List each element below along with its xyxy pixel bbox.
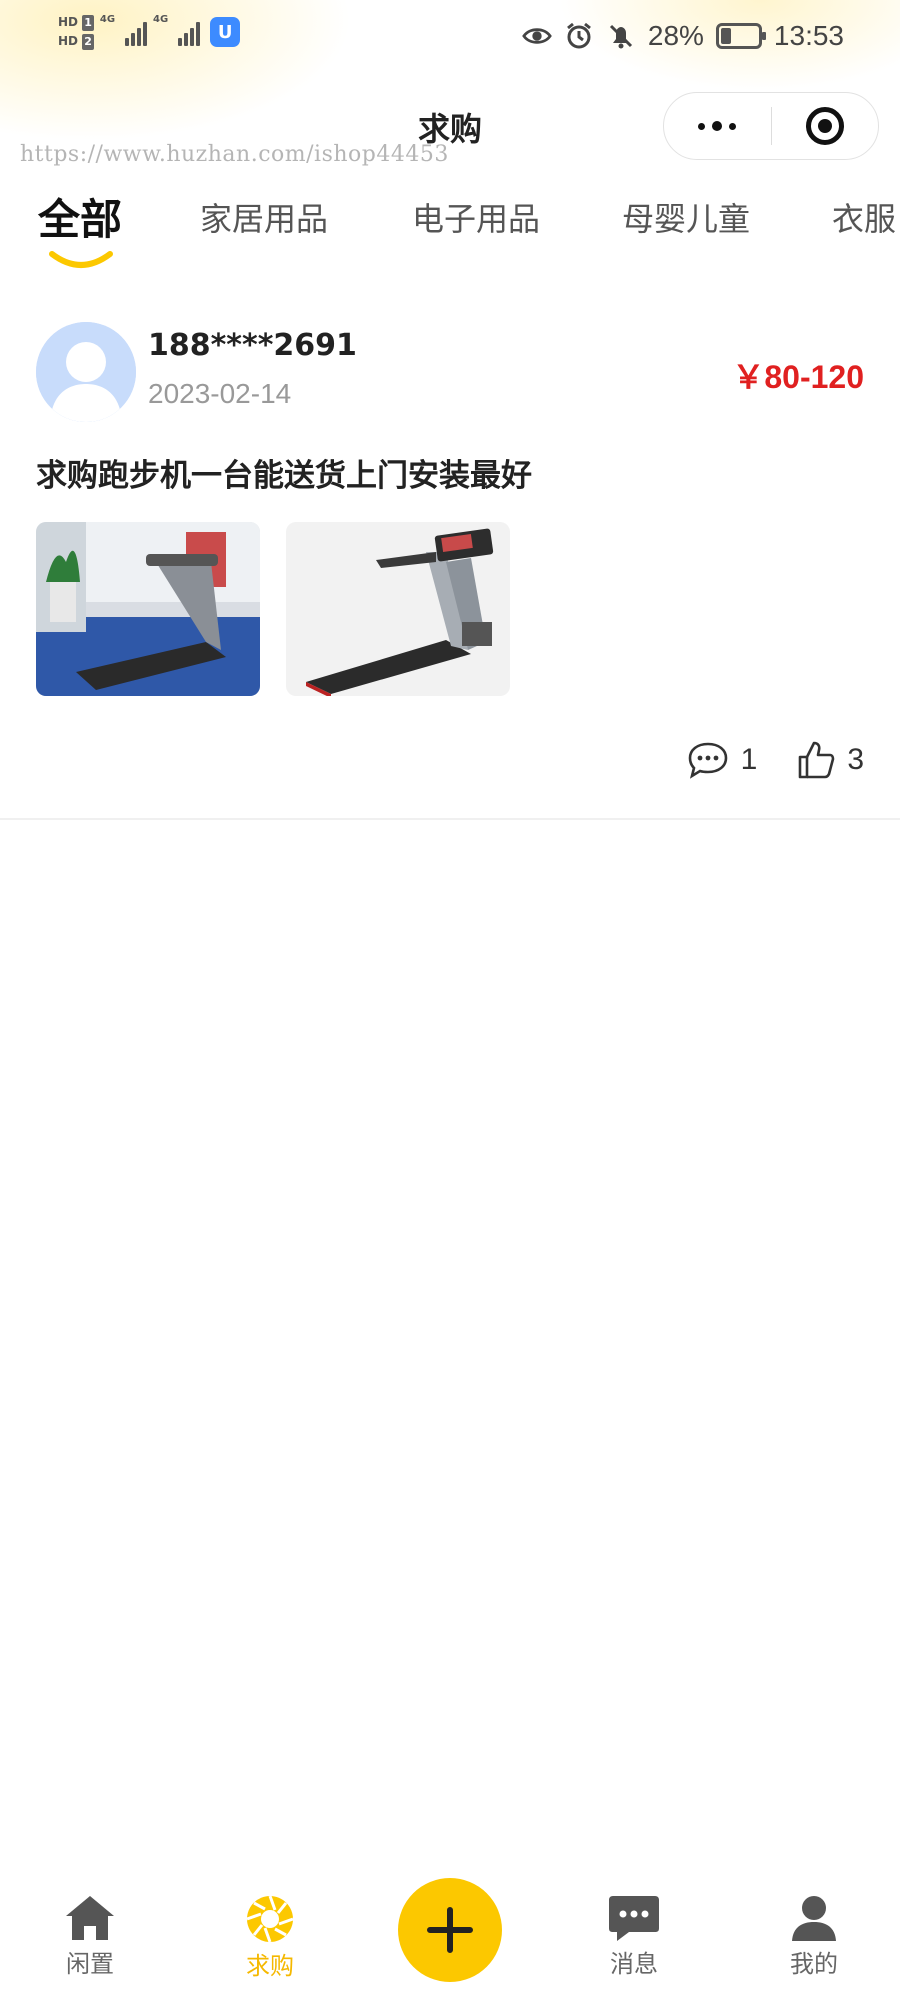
chat-icon [609, 1896, 659, 1941]
battery-percent: 28% [647, 20, 704, 51]
nav-mine[interactable]: 我的 [754, 1894, 874, 1979]
tab-home-goods[interactable]: 家居用品 [200, 194, 328, 240]
dot-icon [712, 121, 723, 131]
post-title[interactable]: 求购跑步机一台能送货上门安装最好 [36, 450, 532, 495]
mute-bell-icon [606, 21, 636, 51]
plus-icon [427, 1907, 473, 1953]
like-count: 3 [847, 743, 864, 776]
nav-wanted-label: 求购 [246, 1952, 294, 1980]
like-button[interactable]: 3 [797, 740, 864, 780]
watermark: https://www.huzhan.com/ishop44453 [20, 142, 449, 167]
nav-mine-label: 我的 [790, 1950, 838, 1978]
tab-all[interactable]: 全部 [38, 186, 122, 247]
status-left: HD 1 HD 2 4G 4G U [58, 14, 241, 50]
category-tabs: 全部 家居用品 电子用品 母婴儿童 衣服 [0, 180, 900, 270]
network-type-2: 4G [153, 14, 169, 25]
nav-messages-label: 消息 [610, 1950, 658, 1978]
signal-icon [178, 18, 201, 46]
close-mini-program-button[interactable] [772, 93, 879, 159]
comment-count: 1 [740, 743, 758, 776]
nav-messages[interactable]: 消息 [574, 1894, 694, 1979]
hd2-indicator: HD 2 [58, 34, 94, 50]
eye-icon [522, 21, 552, 51]
nav-wanted[interactable]: 求购 [210, 1894, 330, 1981]
home-icon [66, 1896, 114, 1940]
more-menu-button[interactable] [664, 93, 771, 159]
bottom-nav: 闲置 求购 消息 我的 [0, 1878, 900, 2000]
battery-icon [715, 23, 766, 49]
clock: 13:53 [773, 20, 844, 51]
app-notification-icon: U [210, 17, 241, 47]
post-actions: 1 3 [687, 740, 864, 780]
user-icon [792, 1896, 836, 1941]
tab-electronics[interactable]: 电子用品 [412, 194, 540, 240]
nav-idle[interactable]: 闲置 [30, 1894, 150, 1979]
tab-clothing[interactable]: 衣服 [832, 194, 896, 240]
alarm-icon [564, 21, 594, 51]
post-card[interactable]: 188****2691 2023-02-14 ￥80-120 求购跑步机一台能送… [0, 300, 900, 820]
comment-icon [688, 742, 727, 779]
post-image-1[interactable] [36, 522, 260, 696]
post-image-2[interactable] [286, 522, 510, 696]
post-date: 2023-02-14 [148, 378, 292, 409]
add-post-button[interactable] [398, 1878, 502, 1982]
aperture-icon [246, 1895, 294, 1943]
dot-icon [729, 122, 737, 130]
post-price: ￥80-120 [732, 359, 864, 395]
avatar[interactable] [36, 322, 136, 422]
target-icon [805, 107, 844, 145]
post-username: 188****2691 [148, 328, 357, 363]
mini-program-capsule [663, 92, 879, 160]
dot-icon [698, 122, 706, 130]
signal-icon [125, 18, 148, 46]
active-tab-indicator [49, 251, 113, 268]
nav-idle-label: 闲置 [66, 1950, 114, 1978]
comment-button[interactable]: 1 [687, 741, 758, 779]
battery-level [720, 28, 731, 44]
hd1-indicator: HD 1 [58, 15, 94, 31]
network-type-1: 4G [99, 14, 116, 25]
tab-mother-baby[interactable]: 母婴儿童 [622, 194, 750, 240]
status-bar: HD 1 HD 2 4G 4G U 28% 13:53 [0, 0, 900, 80]
thumbs-up-icon [799, 741, 835, 779]
status-right: 28% 13:53 [522, 20, 844, 52]
hd-indicators: HD 1 HD 2 [58, 14, 94, 50]
